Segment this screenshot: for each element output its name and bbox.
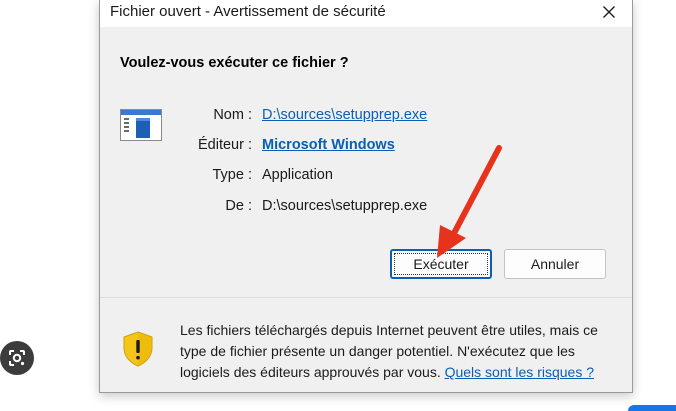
name-label: Nom :: [213, 107, 252, 123]
close-icon: [603, 6, 615, 18]
cancel-button-label: Annuler: [530, 256, 580, 272]
google-lens-icon: [9, 350, 25, 366]
file-name-link[interactable]: D:\sources\setupprep.exe: [262, 105, 427, 125]
publisher-label: Éditeur :: [198, 137, 252, 153]
google-lens-button[interactable]: [0, 341, 34, 375]
cancel-button[interactable]: Annuler: [504, 249, 606, 279]
window-title: Fichier ouvert - Avertissement de sécuri…: [110, 3, 386, 20]
from-label: De :: [225, 198, 252, 214]
security-warning-dialog: Fichier ouvert - Avertissement de sécuri…: [99, 0, 633, 393]
shield-warning-icon: [122, 331, 154, 372]
warning-message: Les fichiers téléchargés depuis Internet…: [180, 320, 625, 383]
warning-section: Les fichiers téléchargés depuis Internet…: [100, 298, 632, 392]
title-bar: Fichier ouvert - Avertissement de sécuri…: [100, 0, 632, 27]
risks-link[interactable]: Quels sont les risques ?: [445, 364, 594, 380]
screenshot-stage: Fichier ouvert - Avertissement de sécuri…: [0, 0, 676, 411]
close-button[interactable]: [596, 0, 622, 24]
from-value: D:\sources\setupprep.exe: [262, 198, 428, 214]
type-label: Type :: [212, 167, 253, 183]
publisher-link[interactable]: Microsoft Windows: [262, 135, 395, 155]
dialog-question: Voulez-vous exécuter ce fichier ?: [120, 55, 349, 71]
type-value: Application: [262, 167, 333, 183]
run-button-label: Exécuter: [413, 256, 469, 272]
run-button[interactable]: Exécuter: [390, 249, 492, 279]
page-corner-accent: [628, 405, 676, 411]
